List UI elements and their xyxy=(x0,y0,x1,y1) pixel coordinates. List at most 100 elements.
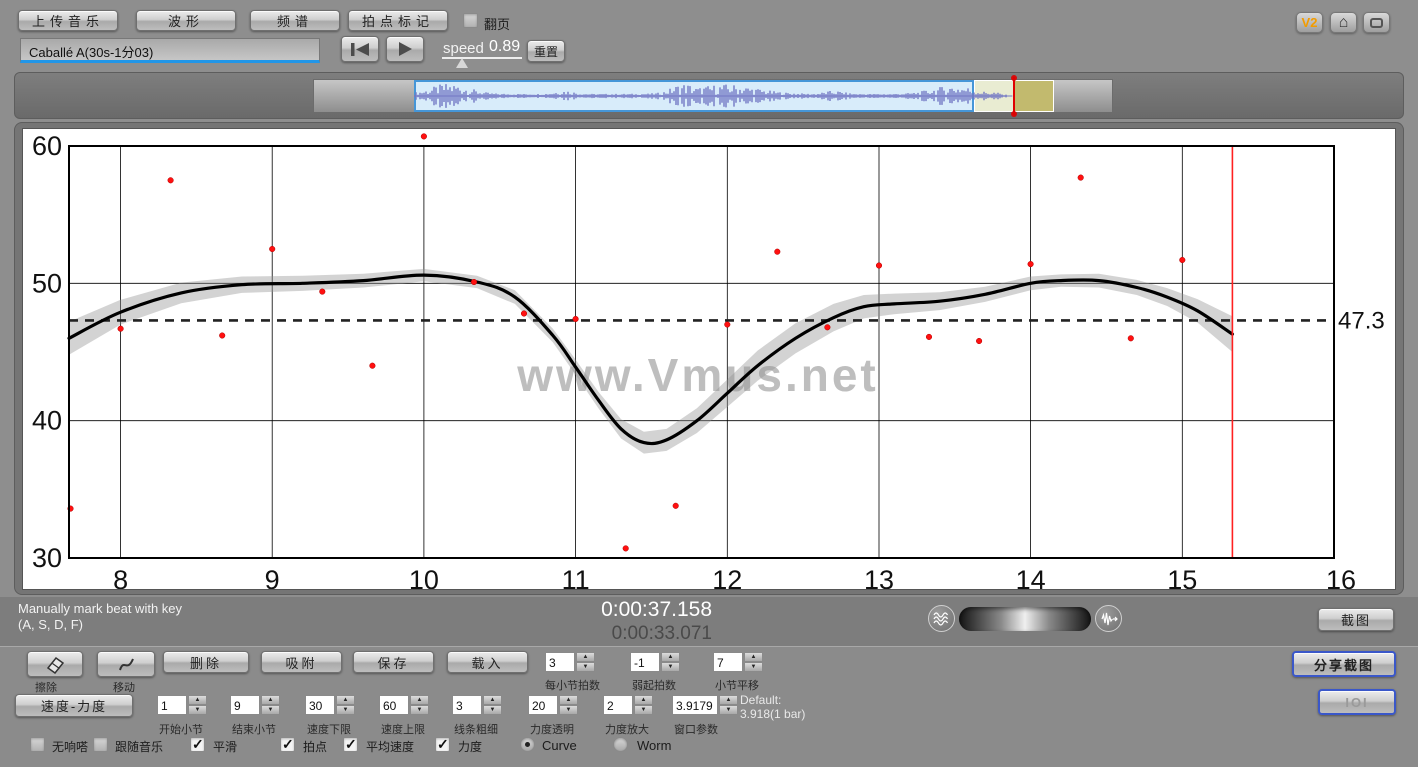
beat-point[interactable] xyxy=(1028,261,1034,267)
start-bar-value[interactable]: 1 xyxy=(157,695,187,715)
screenshot-button[interactable]: 截图 xyxy=(1318,608,1394,631)
spin-up-icon[interactable]: ▲ xyxy=(410,695,429,705)
erase-button[interactable] xyxy=(27,651,83,677)
volume-slider[interactable] xyxy=(959,607,1091,631)
track-title-input[interactable]: Caballé A(30s-1分03) xyxy=(20,38,320,63)
move-button[interactable] xyxy=(97,651,155,677)
spin-up-icon[interactable]: ▲ xyxy=(559,695,578,705)
spin-down-icon[interactable]: ▼ xyxy=(559,705,578,715)
pickup-beats-spinner[interactable]: -1 ▲▼ xyxy=(630,652,680,672)
bar-shift-value[interactable]: 7 xyxy=(713,652,743,672)
spin-up-icon[interactable]: ▲ xyxy=(634,695,653,705)
pickup-beats-value[interactable]: -1 xyxy=(630,652,660,672)
beat-point[interactable] xyxy=(1128,336,1134,342)
home-button[interactable]: ⌂ xyxy=(1330,12,1357,33)
spin-up-icon[interactable]: ▲ xyxy=(744,652,763,662)
line-width-value[interactable]: 3 xyxy=(452,695,482,715)
tempo-chart[interactable]: www.Vmus.net89101112131415163040506047.3 xyxy=(23,129,1395,589)
tempo-dynamics-button[interactable]: 速度-力度 xyxy=(15,694,133,717)
beat-point[interactable] xyxy=(320,289,326,295)
spin-down-icon[interactable]: ▼ xyxy=(336,705,355,715)
beats-per-bar-value[interactable]: 3 xyxy=(545,652,575,672)
delete-button[interactable]: 删除 xyxy=(163,651,249,673)
beat-mark-button[interactable]: 拍点标记 xyxy=(348,10,448,31)
beat-point[interactable] xyxy=(118,326,124,332)
dynamics-scale-spinner[interactable]: 2 ▲▼ xyxy=(603,695,653,715)
fullscreen-button[interactable] xyxy=(1363,12,1390,33)
spin-down-icon[interactable]: ▼ xyxy=(719,705,738,715)
beat-point[interactable] xyxy=(825,325,831,331)
smooth-checkbox[interactable] xyxy=(190,737,205,752)
ioi-button[interactable]: IOI xyxy=(1318,689,1396,715)
spin-up-icon[interactable]: ▲ xyxy=(719,695,738,705)
beat-point[interactable] xyxy=(876,263,882,269)
spin-up-icon[interactable]: ▲ xyxy=(661,652,680,662)
beat-point[interactable] xyxy=(976,338,982,344)
spin-down-icon[interactable]: ▼ xyxy=(188,705,207,715)
end-bar-value[interactable]: 9 xyxy=(230,695,260,715)
beat-point[interactable] xyxy=(926,334,932,340)
beat-point[interactable] xyxy=(269,246,275,252)
end-bar-spinner[interactable]: 9 ▲▼ xyxy=(230,695,280,715)
start-bar-spinner[interactable]: 1 ▲▼ xyxy=(157,695,207,715)
tempo-min-value[interactable]: 30 xyxy=(305,695,335,715)
spin-up-icon[interactable]: ▲ xyxy=(261,695,280,705)
tempo-min-spinner[interactable]: 30 ▲▼ xyxy=(305,695,355,715)
waveform-selection[interactable] xyxy=(414,80,974,112)
speed-slider-thumb[interactable] xyxy=(456,58,468,68)
spin-up-icon[interactable]: ▲ xyxy=(483,695,502,705)
curve-radio[interactable] xyxy=(520,737,535,752)
follow-music-checkbox[interactable] xyxy=(93,737,108,752)
beat-point[interactable] xyxy=(775,249,781,255)
skip-start-button[interactable] xyxy=(341,36,379,62)
share-screenshot-button[interactable]: 分享截图 xyxy=(1292,651,1396,677)
beat-point[interactable] xyxy=(1078,175,1084,181)
spin-down-icon[interactable]: ▼ xyxy=(661,662,680,672)
dynamics-checkbox[interactable] xyxy=(435,737,450,752)
load-button[interactable]: 载入 xyxy=(447,651,528,673)
play-button[interactable] xyxy=(386,36,424,62)
beat-point[interactable] xyxy=(521,311,527,317)
snap-button[interactable]: 吸附 xyxy=(261,651,342,673)
beat-point[interactable] xyxy=(673,503,679,509)
dynamics-scale-value[interactable]: 2 xyxy=(603,695,633,715)
beat-point[interactable] xyxy=(219,333,225,339)
page-turn-checkbox[interactable] xyxy=(463,13,478,28)
speed-reset-button[interactable]: 重置 xyxy=(527,40,565,62)
mean-tempo-checkbox[interactable] xyxy=(343,737,358,752)
waveform-playhead[interactable] xyxy=(1013,77,1015,115)
spin-down-icon[interactable]: ▼ xyxy=(634,705,653,715)
spin-up-icon[interactable]: ▲ xyxy=(336,695,355,705)
speed-slider-track[interactable] xyxy=(442,57,522,59)
waveform-window-region[interactable] xyxy=(974,80,1014,112)
spin-down-icon[interactable]: ▼ xyxy=(483,705,502,715)
tempo-max-spinner[interactable]: 60 ▲▼ xyxy=(379,695,429,715)
line-width-spinner[interactable]: 3 ▲▼ xyxy=(452,695,502,715)
dynamics-alpha-spinner[interactable]: 20 ▲▼ xyxy=(528,695,578,715)
beat-point[interactable] xyxy=(1180,257,1186,263)
beat-point[interactable] xyxy=(168,178,174,184)
dynamics-alpha-value[interactable]: 20 xyxy=(528,695,558,715)
waveform-window-remainder[interactable] xyxy=(1014,80,1054,112)
spin-down-icon[interactable]: ▼ xyxy=(261,705,280,715)
worm-radio[interactable] xyxy=(613,737,628,752)
spectrum-button[interactable]: 频谱 xyxy=(250,10,340,31)
version-badge[interactable]: V2 xyxy=(1296,12,1323,33)
beat-point[interactable] xyxy=(623,546,629,552)
beat-point[interactable] xyxy=(725,322,731,328)
beat-point[interactable] xyxy=(370,363,376,369)
beats-per-bar-spinner[interactable]: 3 ▲▼ xyxy=(545,652,595,672)
beat-points-checkbox[interactable] xyxy=(280,737,295,752)
waveform-track[interactable] xyxy=(313,79,1113,113)
spin-down-icon[interactable]: ▼ xyxy=(410,705,429,715)
beat-point[interactable] xyxy=(573,316,579,322)
save-button[interactable]: 保存 xyxy=(353,651,434,673)
tempo-max-value[interactable]: 60 xyxy=(379,695,409,715)
volume-min-button[interactable] xyxy=(928,605,955,632)
window-param-value[interactable]: 3.9179 xyxy=(672,695,718,715)
beat-point[interactable] xyxy=(471,279,477,285)
upload-music-button[interactable]: 上传音乐 xyxy=(18,10,118,31)
waveform-button[interactable]: 波形 xyxy=(136,10,236,31)
spin-up-icon[interactable]: ▲ xyxy=(576,652,595,662)
no-click-checkbox[interactable] xyxy=(30,737,45,752)
